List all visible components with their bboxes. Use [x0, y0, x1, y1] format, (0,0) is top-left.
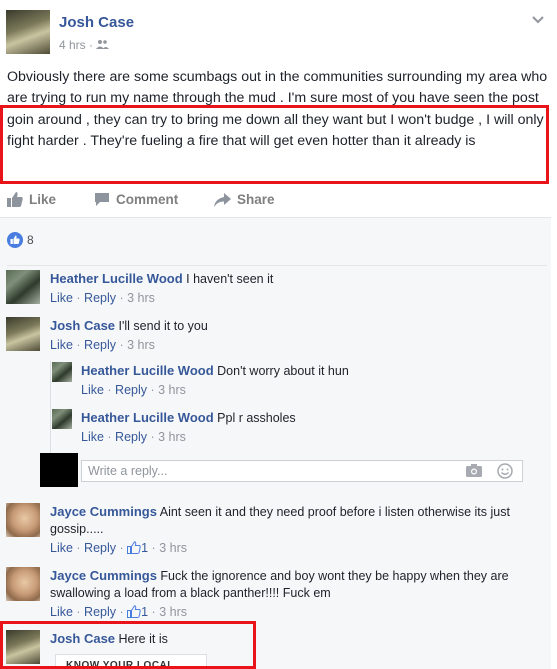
comment-time[interactable]: 3 hrs — [159, 605, 187, 619]
comment-reply-link[interactable]: Reply — [115, 430, 147, 444]
commenter-name[interactable]: Heather Lucille Wood — [81, 363, 214, 378]
likes-count: 8 — [27, 233, 34, 247]
share-button[interactable]: Share — [214, 192, 275, 207]
like-icon — [7, 192, 23, 207]
like-count-icon — [127, 541, 141, 554]
comment-reply-link[interactable]: Reply — [84, 541, 116, 555]
post-actions: Like Comment Share — [0, 186, 557, 216]
comment-text: Don't worry about it hun — [217, 364, 349, 378]
comment-text: I haven't seen it — [186, 272, 274, 286]
comment-time[interactable]: 3 hrs — [158, 430, 186, 444]
comments-area: 8 Heather Lucille Wood I haven't seen it… — [0, 218, 551, 669]
comment-body: Heather Lucille Wood I haven't seen it — [50, 270, 540, 288]
comment-text: Ppl r assholes — [217, 411, 296, 425]
comment-like-link[interactable]: Like — [50, 338, 73, 352]
comment-time[interactable]: 3 hrs — [127, 338, 155, 352]
current-user-avatar — [40, 453, 78, 487]
emoji-icon[interactable] — [497, 463, 513, 482]
avatar[interactable] — [6, 567, 40, 601]
comment-time[interactable]: 3 hrs — [158, 383, 186, 397]
comment-icon — [95, 193, 109, 206]
comment-actions: Like · Reply · 3 hrs — [50, 338, 155, 352]
avatar[interactable] — [6, 503, 40, 537]
author-avatar[interactable] — [6, 10, 50, 54]
reply-actions: Like · Reply · 3 hrs — [81, 383, 186, 397]
comment-actions: Like · Reply · 1 · 3 hrs — [50, 541, 187, 555]
commenter-name[interactable]: Heather Lucille Wood — [50, 271, 183, 286]
comment-like-link[interactable]: Like — [50, 541, 73, 555]
avatar[interactable] — [52, 362, 72, 382]
share-icon — [214, 192, 231, 207]
comment-time[interactable]: 3 hrs — [127, 291, 155, 305]
divider — [7, 265, 547, 266]
reply-placeholder: Write a reply... — [88, 464, 168, 478]
comment-like-link[interactable]: Like — [50, 291, 73, 305]
chevron-down-icon[interactable] — [531, 12, 545, 26]
comment-text: I'll send it to you — [118, 319, 208, 333]
reply-body: Heather Lucille Wood Ppl r assholes — [81, 409, 541, 427]
comment-reply-link[interactable]: Reply — [84, 338, 116, 352]
commenter-name[interactable]: Jayce Cummings — [50, 504, 157, 519]
comment-like-link[interactable]: Like — [50, 605, 73, 619]
avatar[interactable] — [52, 409, 72, 429]
likes-summary[interactable]: 8 — [7, 232, 34, 248]
like-button[interactable]: Like — [7, 192, 56, 207]
commenter-name[interactable]: Josh Case — [50, 318, 115, 333]
comment-reply-link[interactable]: Reply — [84, 291, 116, 305]
comment-body: Jayce Cummings Aint seen it and they nee… — [50, 503, 520, 538]
comment-actions: Like · Reply · 3 hrs — [50, 291, 155, 305]
comment-like-link[interactable]: Like — [81, 430, 104, 444]
audience-friends-icon[interactable] — [96, 38, 110, 52]
comment-like-link[interactable]: Like — [81, 383, 104, 397]
comment-reply-link[interactable]: Reply — [84, 605, 116, 619]
commenter-name[interactable]: Jayce Cummings — [50, 568, 157, 583]
comment-actions: Like · Reply · 1 · 3 hrs — [50, 605, 187, 619]
reply-body: Heather Lucille Wood Don't worry about i… — [81, 362, 541, 380]
commenter-name[interactable]: Heather Lucille Wood — [81, 410, 214, 425]
reply-input[interactable]: Write a reply... — [81, 460, 523, 482]
like-count-icon — [127, 605, 141, 618]
comment-button[interactable]: Comment — [94, 192, 178, 207]
reply-actions: Like · Reply · 3 hrs — [81, 430, 186, 444]
avatar[interactable] — [6, 317, 40, 351]
comment-reply-link[interactable]: Reply — [115, 383, 147, 397]
author-name[interactable]: Josh Case — [59, 14, 134, 31]
post-header: Josh Case 4 hrs · — [6, 8, 551, 58]
comment-body: Josh Case I'll send it to you — [50, 317, 540, 335]
camera-icon[interactable] — [466, 464, 482, 480]
post-meta: 4 hrs · — [59, 38, 110, 52]
like-reaction-icon — [7, 232, 23, 248]
comment-body: Jayce Cummings Fuck the ignorence and bo… — [50, 567, 540, 602]
highlight-box — [0, 105, 549, 184]
highlight-box — [0, 621, 256, 669]
comment-time[interactable]: 3 hrs — [159, 541, 187, 555]
post-time[interactable]: 4 hrs — [59, 38, 86, 52]
avatar[interactable] — [6, 270, 40, 304]
